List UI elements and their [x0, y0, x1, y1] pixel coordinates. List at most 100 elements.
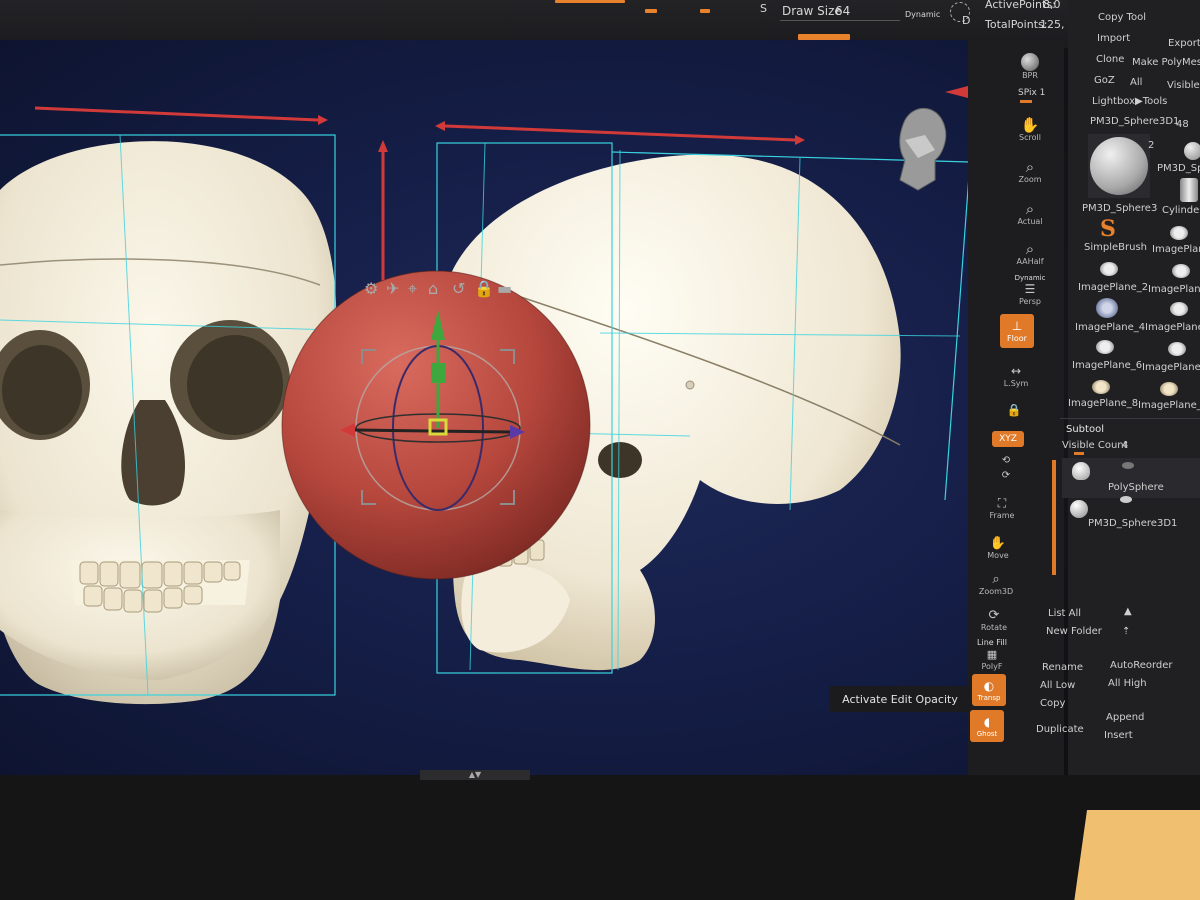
imageplane-9-thumb-icon[interactable] [1160, 382, 1178, 396]
tool-item-4[interactable]: ImagePlane [1152, 244, 1200, 255]
ghost-button[interactable]: ◖ Ghost [970, 710, 1004, 742]
imageplane-4-thumb-icon[interactable] [1096, 298, 1118, 318]
polyf-grid-icon: ▦ [986, 647, 998, 661]
move-button[interactable]: ✋ Move [980, 530, 1016, 566]
tooltip: Activate Edit Opacity [830, 686, 970, 712]
tool-item-1[interactable]: PM3D_Sp [1157, 163, 1200, 174]
spix-value: 1 [1039, 88, 1046, 98]
subtool-item-0[interactable]: PolySphere [1108, 482, 1164, 493]
all-low-button[interactable]: All Low [1040, 680, 1075, 691]
rotate-button[interactable]: ⟳ Rotate [976, 602, 1012, 638]
zoom-button[interactable]: ⌕ Zoom [1012, 154, 1048, 190]
actual-button[interactable]: ⌕ Actual [1012, 196, 1048, 232]
simplebrush-icon[interactable]: S [1100, 216, 1116, 242]
dynamic-label[interactable]: Dynamic [905, 10, 940, 19]
top-orange-slider[interactable] [555, 0, 625, 3]
visible-count-slider[interactable] [1074, 452, 1084, 455]
persp-button[interactable]: Dynamic ☰ Persp [1012, 272, 1048, 308]
polyf-button[interactable]: Line Fill ▦ PolyF [974, 636, 1010, 672]
new-folder-button[interactable]: New Folder [1046, 626, 1102, 637]
polysphere-object[interactable] [281, 270, 591, 580]
copy-button[interactable]: Copy [1040, 698, 1065, 709]
laptop-bezel [0, 775, 1200, 900]
tool-item-11[interactable]: ImagePlane_8 [1068, 398, 1138, 409]
tool-item-5[interactable]: ImagePlane_2 [1078, 282, 1148, 293]
tool-thumb-sphere[interactable] [1088, 134, 1150, 198]
tool-thumb-small-sphere[interactable] [1184, 142, 1200, 160]
imageplane-2-thumb-icon[interactable] [1100, 262, 1118, 276]
frame-icon: ⛶ [997, 496, 1007, 510]
lock-button[interactable]: 🔒 [996, 392, 1032, 428]
sphere-thumb-small-icon [1070, 500, 1088, 518]
rename-button[interactable]: Rename [1042, 662, 1083, 673]
gizmo-icon-bar[interactable]: ⚙ ✈ ⌖ ⌂ ↺ 🔒 ▬ [364, 279, 512, 298]
import-button[interactable]: Import [1097, 33, 1130, 44]
tool-item-10[interactable]: ImagePlane_ [1142, 362, 1200, 373]
export-button[interactable]: Export [1168, 38, 1200, 49]
duplicate-button[interactable]: Duplicate [1036, 724, 1084, 735]
aahalf-button[interactable]: ⌕ AAHalf [1012, 236, 1048, 272]
tool-item-2[interactable]: Cylinder [1162, 205, 1200, 216]
navigation-head-icon[interactable] [899, 107, 947, 191]
imageplane-6-thumb-icon[interactable] [1096, 340, 1114, 354]
viewport-scene[interactable]: ⚙ ✈ ⌖ ⌂ ↺ 🔒 ▬ [0, 40, 1005, 775]
subtool-header[interactable]: Subtool [1066, 424, 1104, 435]
bpr-button[interactable]: BPR [1012, 48, 1048, 84]
append-button[interactable]: Append [1106, 712, 1144, 723]
tool-item-8[interactable]: ImagePlane_ [1145, 322, 1200, 333]
auto-reorder-button[interactable]: AutoReorder [1110, 660, 1173, 671]
frame-button[interactable]: ⛶ Frame [984, 490, 1020, 526]
floor-label: Floor [1007, 334, 1027, 343]
xyz-button[interactable]: XYZ [992, 431, 1024, 447]
tool-item-0[interactable]: PM3D_Sphere3 [1082, 203, 1157, 214]
total-points-label: TotalPoints: [985, 18, 1048, 31]
canvas-viewport[interactable]: ⚙ ✈ ⌖ ⌂ ↺ 🔒 ▬ [0, 40, 1005, 775]
actual-magnifier-icon: ⌕ [1025, 200, 1035, 218]
imageplane-5-thumb-icon[interactable] [1170, 302, 1188, 316]
up-arrow-icon[interactable]: ▲ [1124, 606, 1132, 617]
tool-item-3[interactable]: SimpleBrush [1084, 242, 1147, 253]
goz-visible-button[interactable]: Visible [1167, 80, 1200, 91]
zoom3d-button[interactable]: ⌕ Zoom3D [978, 566, 1014, 602]
scroll-handle-icon[interactable]: ▲▼ [420, 770, 530, 780]
imageplane-7-thumb-icon[interactable] [1168, 342, 1186, 356]
folder-arrow-icon[interactable]: ⇡ [1122, 626, 1130, 637]
rotate-label: Rotate [980, 623, 1008, 632]
spix-control[interactable]: SPix 1 [1018, 88, 1045, 98]
visibility-toggle-icon[interactable] [1120, 496, 1132, 503]
draw-size-label[interactable]: Draw Size [782, 4, 842, 18]
tool-item-12[interactable]: ImagePlane_9 [1138, 400, 1200, 411]
tooltip-text: Activate Edit Opacity [842, 692, 958, 706]
imageplane-thumb-icon[interactable] [1170, 226, 1188, 240]
tool-item-6[interactable]: ImagePlane [1148, 284, 1200, 295]
insert-button[interactable]: Insert [1104, 730, 1133, 741]
visibility-eye-icon[interactable] [1122, 462, 1134, 469]
rotate-axis-button[interactable]: ⟲ ⟳ [988, 450, 1024, 486]
goz-all-button[interactable]: All [1130, 77, 1142, 88]
symmetry-mark[interactable]: S [760, 2, 767, 15]
floor-button[interactable]: ⊥ Floor [1000, 314, 1034, 348]
clone-button[interactable]: Clone [1096, 54, 1124, 65]
gizmo-reset-icon: ↺ [452, 279, 465, 298]
tool-thumb-cylinder[interactable] [1180, 178, 1198, 202]
scroll-button[interactable]: ✋ Scroll [1012, 112, 1048, 148]
transp-button[interactable]: ◐ Transp [972, 674, 1006, 706]
lightbox-tools-button[interactable]: Lightbox▶Tools [1092, 96, 1167, 107]
spix-slider[interactable] [1020, 100, 1032, 103]
subtool-item-1[interactable]: PM3D_Sphere3D1 [1088, 518, 1177, 529]
top-orange-slider-3[interactable] [700, 9, 710, 13]
d-mark: D [962, 14, 971, 27]
subtool-scrollbar[interactable] [1052, 460, 1056, 575]
lsym-button[interactable]: ↔ L.Sym [998, 358, 1034, 394]
imageplane-8-thumb-icon[interactable] [1092, 380, 1110, 394]
tool-item-9[interactable]: ImagePlane_6 [1072, 360, 1142, 371]
top-orange-slider-2[interactable] [645, 9, 657, 13]
tool-item-7[interactable]: ImagePlane_4 [1075, 322, 1145, 333]
imageplane-3-thumb-icon[interactable] [1172, 264, 1190, 278]
list-all-button[interactable]: List All [1048, 608, 1081, 619]
make-polymesh-button[interactable]: Make PolyMesh [1132, 57, 1200, 68]
draw-size-value[interactable]: 64 [835, 4, 850, 18]
all-high-button[interactable]: All High [1108, 678, 1147, 689]
goz-button[interactable]: GoZ [1094, 75, 1115, 86]
copy-tool-button[interactable]: Copy Tool [1098, 12, 1146, 23]
